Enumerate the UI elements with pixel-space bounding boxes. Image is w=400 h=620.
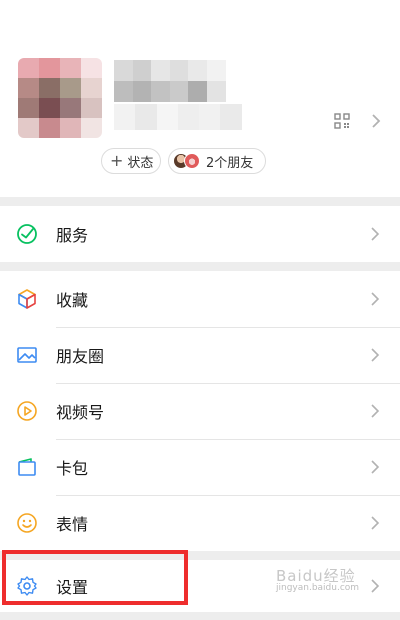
chevron-right-icon — [371, 292, 380, 306]
add-status-button[interactable]: + 状态 — [101, 148, 161, 174]
avatar[interactable] — [18, 58, 102, 138]
menu-item-label: 收藏 — [56, 291, 89, 310]
menu-item-label: 卡包 — [56, 459, 89, 478]
chevron-right-icon — [371, 348, 380, 362]
service-section: 服务 — [0, 206, 400, 262]
menu-item-label: 表情 — [56, 515, 89, 534]
favorites-cube-icon — [18, 289, 36, 309]
chevron-right-icon — [371, 516, 380, 530]
chevron-right-icon — [371, 227, 380, 241]
settings-highlight-box — [2, 550, 188, 605]
bottom-spacer — [0, 612, 400, 620]
menu-item-stickers[interactable]: 表情 — [0, 495, 400, 551]
features-section: 收藏 朋友圈 视频号 卡包 表情 — [0, 271, 400, 551]
card-wallet-icon — [18, 458, 36, 476]
watermark: Baidu经验 jingyan.baidu.com — [276, 567, 386, 602]
menu-item-channels[interactable]: 视频号 — [0, 383, 400, 439]
watermark-main: Baidu经验 — [276, 567, 356, 585]
profile-header[interactable]: + 状态 2个朋友 — [0, 0, 400, 197]
friends-status-button[interactable]: 2个朋友 — [168, 148, 266, 174]
service-icon — [17, 224, 37, 244]
menu-item-favorites[interactable]: 收藏 — [0, 271, 400, 327]
sticker-smile-icon — [17, 513, 37, 533]
chevron-right-icon — [372, 114, 381, 128]
menu-item-label: 视频号 — [56, 403, 105, 422]
menu-item-moments[interactable]: 朋友圈 — [0, 327, 400, 383]
menu-item-service[interactable]: 服务 — [0, 206, 400, 262]
moments-image-icon — [17, 347, 37, 363]
menu-item-label: 服务 — [56, 226, 89, 245]
watermark-sub: jingyan.baidu.com — [276, 583, 360, 593]
channels-play-icon — [17, 401, 37, 421]
qr-code-icon[interactable] — [334, 113, 350, 129]
chevron-right-icon — [371, 460, 380, 474]
status-button-label: 状态 — [127, 155, 154, 171]
wechat-id-blurred — [114, 104, 242, 130]
friend-avatar — [184, 153, 200, 169]
nickname-blurred — [114, 60, 226, 102]
plus-icon: + — [110, 151, 124, 170]
menu-item-cards[interactable]: 卡包 — [0, 439, 400, 495]
menu-item-label: 朋友圈 — [56, 347, 105, 366]
friends-count-label: 2个朋友 — [206, 155, 254, 171]
chevron-right-icon — [371, 404, 380, 418]
